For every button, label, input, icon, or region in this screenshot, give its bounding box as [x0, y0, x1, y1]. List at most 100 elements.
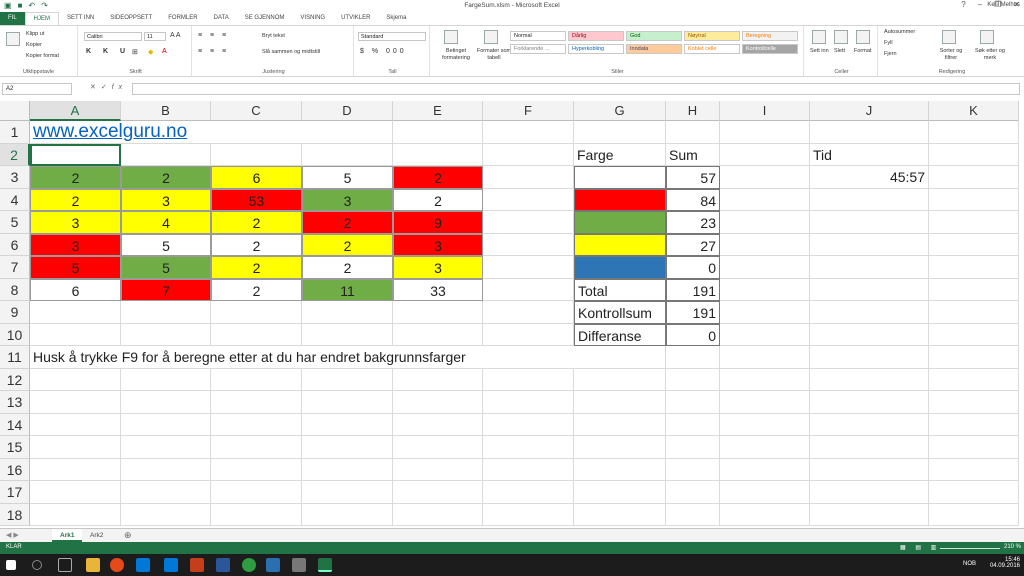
empty-cell[interactable]: [666, 121, 720, 144]
row-header-8[interactable]: 8: [0, 278, 30, 301]
empty-cell[interactable]: [483, 301, 574, 324]
empty-cell[interactable]: [393, 458, 483, 481]
column-header-i[interactable]: I: [720, 101, 810, 121]
empty-cell[interactable]: [929, 323, 1019, 346]
cut-button[interactable]: Klipp ut: [26, 31, 44, 37]
empty-cell[interactable]: [121, 413, 211, 436]
app-icon[interactable]: [266, 558, 280, 572]
empty-cell[interactable]: [929, 413, 1019, 436]
minimize-icon[interactable]: –: [978, 0, 982, 9]
empty-cell[interactable]: [211, 503, 302, 526]
hyperlink-cell[interactable]: www.excelguru.no: [30, 121, 302, 144]
empty-cell[interactable]: [121, 143, 211, 166]
empty-cell[interactable]: [30, 458, 121, 481]
empty-cell[interactable]: [393, 436, 483, 459]
empty-cell[interactable]: [666, 346, 720, 369]
empty-cell[interactable]: [810, 278, 929, 301]
data-cell[interactable]: 2: [211, 211, 302, 234]
empty-cell[interactable]: [929, 503, 1019, 526]
summary-sum[interactable]: 23: [666, 211, 720, 234]
empty-cell[interactable]: [929, 188, 1019, 211]
empty-cell[interactable]: [483, 413, 574, 436]
empty-cell[interactable]: [483, 121, 574, 144]
ribbon-tab-hjem[interactable]: HJEM: [24, 12, 60, 25]
empty-cell[interactable]: [720, 301, 810, 324]
empty-cell[interactable]: [121, 323, 211, 346]
row-header-18[interactable]: 18: [0, 503, 30, 526]
empty-cell[interactable]: [574, 346, 666, 369]
row-header-12[interactable]: 12: [0, 368, 30, 391]
empty-cell[interactable]: [810, 346, 929, 369]
sheet-tab-ark1[interactable]: Ark1: [52, 529, 83, 542]
empty-cell[interactable]: [211, 301, 302, 324]
empty-cell[interactable]: [483, 278, 574, 301]
empty-cell[interactable]: [720, 323, 810, 346]
font-color-icon[interactable]: A: [162, 48, 167, 55]
empty-cell[interactable]: [810, 436, 929, 459]
empty-cell[interactable]: [483, 166, 574, 189]
empty-cell[interactable]: [810, 368, 929, 391]
empty-cell[interactable]: [666, 436, 720, 459]
data-cell[interactable]: 2: [30, 166, 121, 189]
empty-cell[interactable]: [483, 391, 574, 414]
row-header-6[interactable]: 6: [0, 233, 30, 256]
grow-font-icon[interactable]: A A: [170, 32, 181, 39]
row-header-3[interactable]: 3: [0, 166, 30, 189]
empty-cell[interactable]: [810, 301, 929, 324]
totals-label[interactable]: Differanse: [574, 323, 666, 346]
totals-label[interactable]: Kontrollsum: [574, 301, 666, 324]
copy-button[interactable]: Kopier: [26, 42, 42, 48]
empty-cell[interactable]: [302, 503, 393, 526]
autosum-button[interactable]: Autosummer: [884, 29, 915, 35]
summary-sum[interactable]: 84: [666, 188, 720, 211]
data-cell[interactable]: 3: [302, 188, 393, 211]
cell-style-9[interactable]: Koblet celle: [684, 44, 740, 54]
empty-cell[interactable]: [720, 368, 810, 391]
empty-cell[interactable]: [30, 481, 121, 504]
empty-cell[interactable]: [574, 368, 666, 391]
empty-cell[interactable]: [121, 436, 211, 459]
empty-cell[interactable]: [393, 301, 483, 324]
empty-cell[interactable]: [574, 436, 666, 459]
cell-style-10[interactable]: Kontrollcelle: [742, 44, 798, 54]
empty-cell[interactable]: [30, 301, 121, 324]
empty-cell[interactable]: [929, 346, 1019, 369]
data-cell[interactable]: 2: [121, 166, 211, 189]
empty-cell[interactable]: [302, 436, 393, 459]
empty-cell[interactable]: [211, 481, 302, 504]
data-cell[interactable]: 2: [211, 256, 302, 279]
delete-cells-button[interactable]: Slett: [834, 48, 845, 54]
empty-cell[interactable]: [929, 166, 1019, 189]
empty-cell[interactable]: [574, 391, 666, 414]
wrap-text-button[interactable]: Bryt tekst: [262, 33, 285, 39]
empty-cell[interactable]: [720, 143, 810, 166]
empty-cell[interactable]: [810, 458, 929, 481]
empty-cell[interactable]: [666, 458, 720, 481]
column-header-j[interactable]: J: [810, 101, 929, 121]
empty-cell[interactable]: [211, 323, 302, 346]
empty-cell[interactable]: [929, 481, 1019, 504]
user-name[interactable]: Ketil Melhus: [987, 2, 1020, 8]
row-header-14[interactable]: 14: [0, 413, 30, 436]
empty-cell[interactable]: [720, 413, 810, 436]
sheet-tab-ark2[interactable]: Ark2: [82, 529, 111, 542]
empty-cell[interactable]: [666, 368, 720, 391]
format-as-table-icon[interactable]: [484, 30, 498, 44]
empty-cell[interactable]: [720, 121, 810, 144]
empty-cell[interactable]: [810, 323, 929, 346]
empty-cell[interactable]: [302, 323, 393, 346]
paste-icon[interactable]: [6, 32, 20, 46]
ribbon-tab-utvikler[interactable]: UTVIKLER: [333, 12, 378, 25]
row-header-9[interactable]: 9: [0, 301, 30, 324]
empty-cell[interactable]: [720, 278, 810, 301]
empty-cell[interactable]: [574, 413, 666, 436]
empty-cell[interactable]: [211, 458, 302, 481]
data-cell[interactable]: 7: [121, 278, 211, 301]
column-header-a[interactable]: A: [30, 101, 121, 121]
row-header-4[interactable]: 4: [0, 188, 30, 211]
empty-cell[interactable]: [393, 413, 483, 436]
empty-cell[interactable]: [302, 391, 393, 414]
powerpoint-icon[interactable]: [190, 558, 204, 572]
empty-cell[interactable]: [666, 391, 720, 414]
column-header-f[interactable]: F: [483, 101, 574, 121]
